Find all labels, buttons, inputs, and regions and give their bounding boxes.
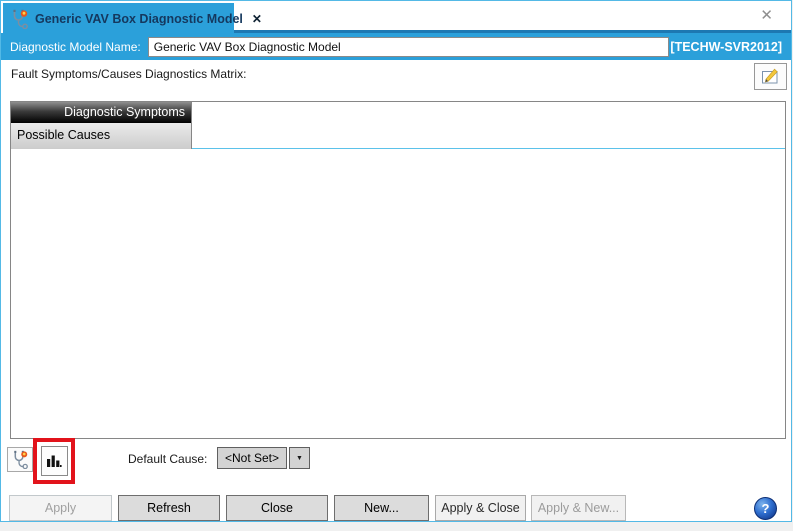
chevron-down-icon[interactable]: ▼ xyxy=(289,447,310,469)
model-name-label: Diagnostic Model Name: xyxy=(10,40,141,54)
stethoscope-diagnostic-icon xyxy=(11,9,28,29)
diagnostics-matrix: Diagnostic Symptoms Possible Causes xyxy=(10,101,786,439)
apply-and-new-button[interactable]: Apply & New... xyxy=(531,495,626,521)
help-button[interactable]: ? xyxy=(754,497,777,520)
refresh-button[interactable]: Refresh xyxy=(118,495,220,521)
model-name-header-bar: Diagnostic Model Name: [TECHW-SVR2012] xyxy=(1,33,791,60)
pencil-edit-icon xyxy=(761,68,780,85)
bar-chart-button[interactable] xyxy=(41,446,68,476)
tab-generic-vav-box-diagnostic-model[interactable]: Generic VAV Box Diagnostic Model ✕ xyxy=(3,3,234,34)
click-target-annotation xyxy=(33,438,75,484)
tab-title: Generic VAV Box Diagnostic Model xyxy=(35,12,243,26)
apply-and-close-button[interactable]: Apply & Close xyxy=(435,495,526,521)
possible-causes-header[interactable]: Possible Causes xyxy=(11,123,191,149)
default-cause-dropdown[interactable]: <Not Set> ▼ xyxy=(217,447,310,469)
diagnostic-model-window: Generic VAV Box Diagnostic Model ✕ ✕ Dia… xyxy=(0,0,792,522)
diagnostic-symptoms-header[interactable]: Diagnostic Symptoms xyxy=(11,102,191,123)
server-tag: [TECHW-SVR2012] xyxy=(670,40,782,54)
add-diagnostic-button[interactable] xyxy=(7,447,33,472)
new-button[interactable]: New... xyxy=(334,495,429,521)
matrix-section-label: Fault Symptoms/Causes Diagnostics Matrix… xyxy=(11,67,246,81)
apply-button[interactable]: Apply xyxy=(9,495,112,521)
window-close-icon[interactable]: ✕ xyxy=(760,8,773,23)
default-cause-label: Default Cause: xyxy=(128,452,207,466)
matrix-header-block: Diagnostic Symptoms Possible Causes xyxy=(11,102,192,149)
model-name-input[interactable] xyxy=(148,37,669,57)
edit-matrix-button[interactable] xyxy=(754,63,787,90)
screenshot-stage: Generic VAV Box Diagnostic Model ✕ ✕ Dia… xyxy=(0,0,793,531)
tab-close-icon[interactable]: ✕ xyxy=(252,12,262,26)
default-cause-value[interactable]: <Not Set> xyxy=(217,447,287,469)
close-button[interactable]: Close xyxy=(226,495,328,521)
bar-chart-icon xyxy=(46,454,62,469)
tab-strip: Generic VAV Box Diagnostic Model ✕ ✕ xyxy=(1,1,791,34)
matrix-header-row: Diagnostic Symptoms Possible Causes xyxy=(11,102,785,149)
tabstrip-underline xyxy=(234,30,791,33)
stethoscope-icon xyxy=(12,450,28,469)
